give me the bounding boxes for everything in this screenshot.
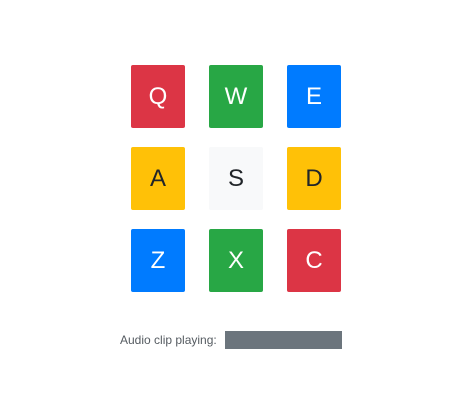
key-z-button[interactable]: Z: [131, 229, 185, 292]
audio-clip-indicator: [225, 331, 342, 349]
key-q-button[interactable]: Q: [131, 65, 185, 128]
key-e-button[interactable]: E: [287, 65, 341, 128]
audio-keypad-app: Q W E A S D Z X C Audio clip playing:: [0, 0, 475, 411]
key-w-button[interactable]: W: [209, 65, 263, 128]
key-grid: Q W E A S D Z X C: [131, 65, 341, 292]
audio-status-label: Audio clip playing:: [120, 333, 217, 347]
key-d-button[interactable]: D: [287, 147, 341, 210]
key-c-button[interactable]: C: [287, 229, 341, 292]
key-s-button[interactable]: S: [209, 147, 263, 210]
key-a-button[interactable]: A: [131, 147, 185, 210]
key-x-button[interactable]: X: [209, 229, 263, 292]
audio-status: Audio clip playing:: [120, 331, 342, 349]
